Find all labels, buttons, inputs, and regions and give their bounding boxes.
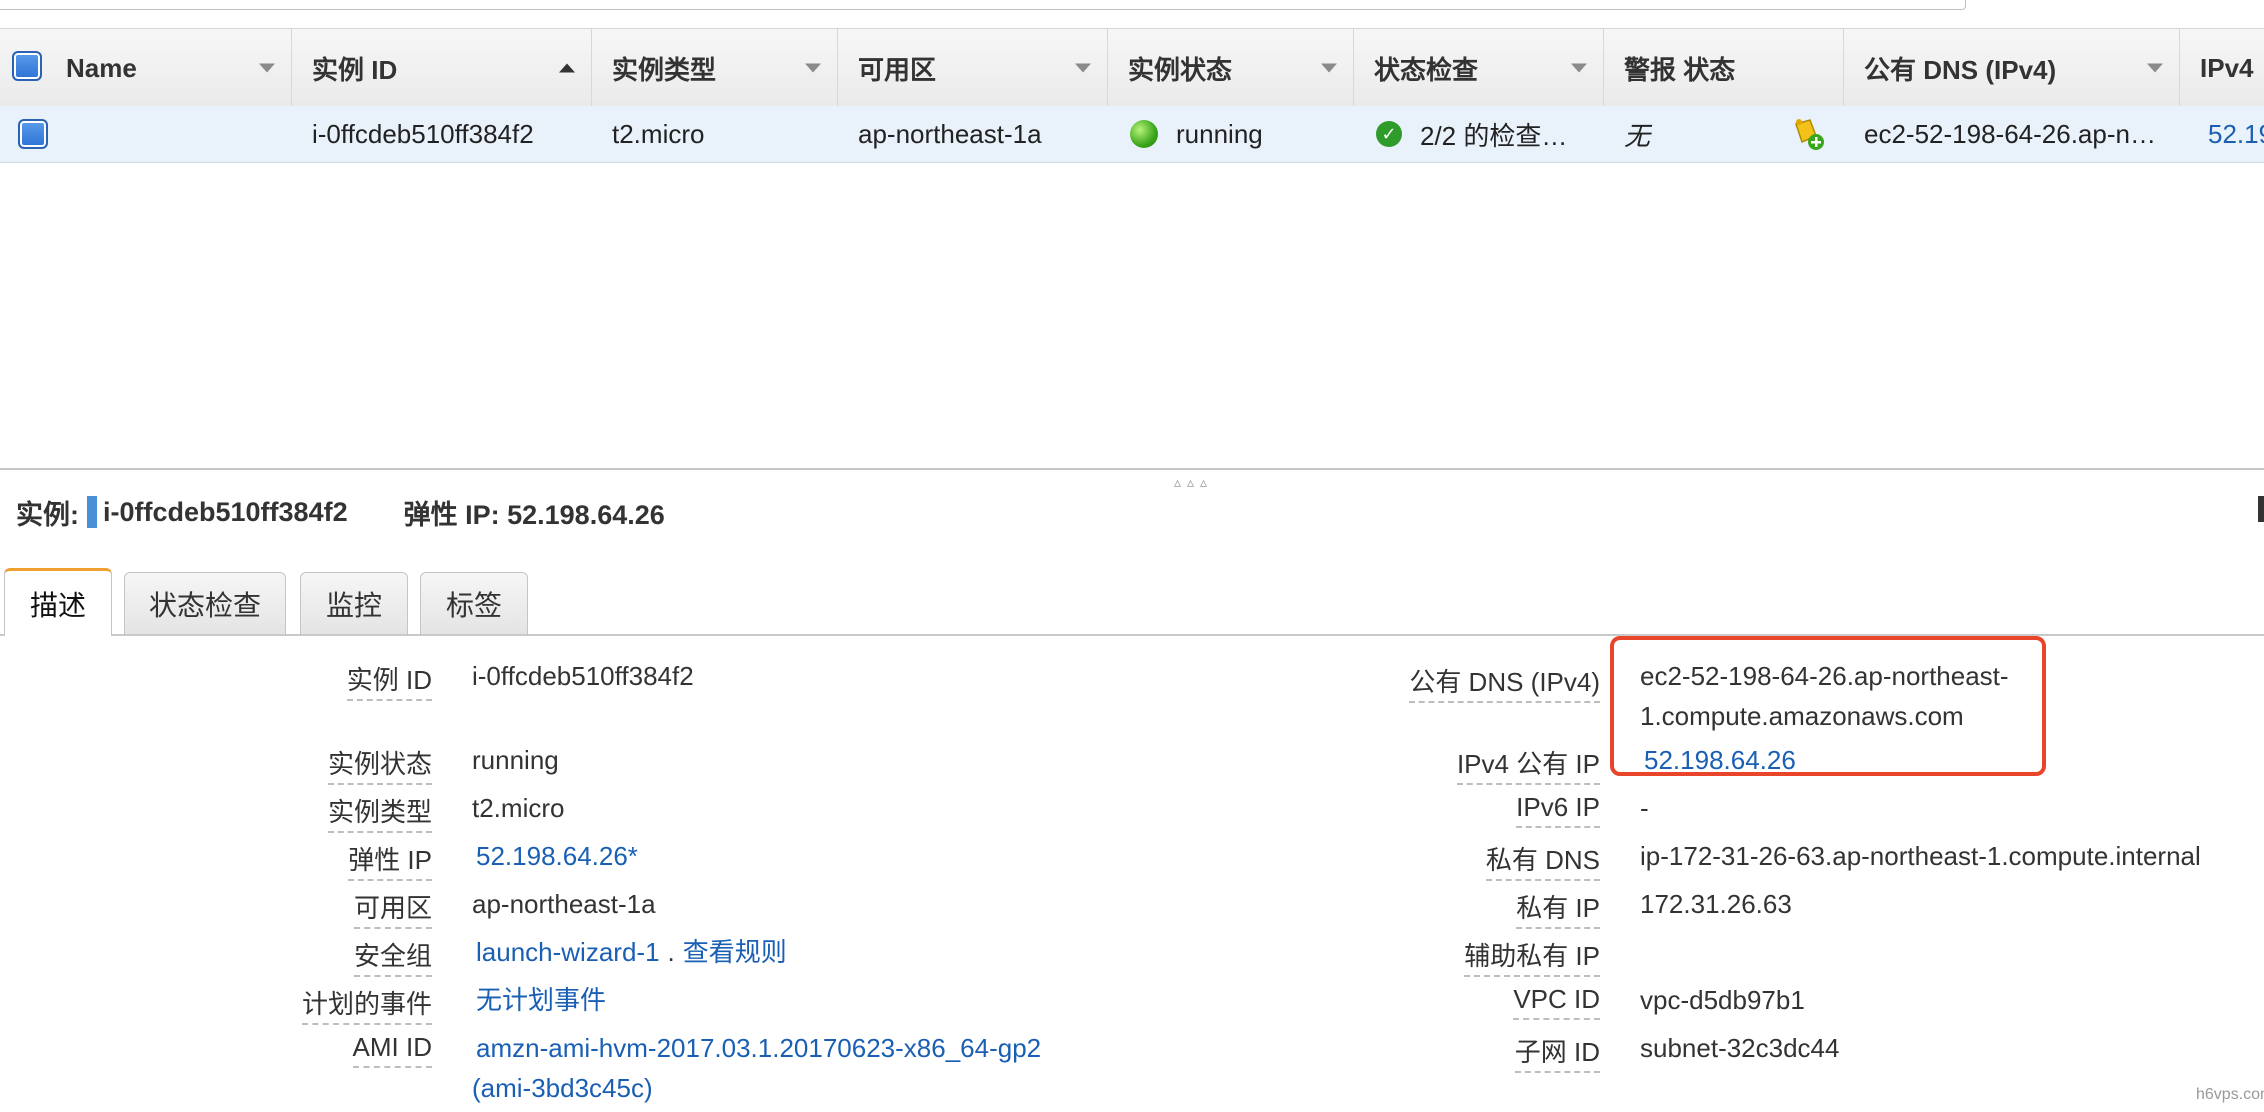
col-instance-type[interactable]: 实例类型 [592,29,838,107]
row-instance-state: running [1130,106,1263,162]
value-instance-state: running [472,745,559,775]
col-public-dns[interactable]: 公有 DNS (IPv4) [1844,29,2180,107]
detail-tabs: 描述 状态检查 监控 标签 [0,566,2264,636]
instances-table-header: Name 实例 ID 实例类型 可用区 实例状态 状态检查 警报 状态 公有 D… [0,28,2264,108]
value-private-ip: 172.31.26.63 [1640,889,1792,919]
instance-color-marker [87,496,97,528]
label-instance-state: 实例状态 [327,744,432,785]
tab-status-checks[interactable]: 状态检查 [124,572,286,634]
row-instance-type: t2.micro [612,118,705,149]
pane-divider[interactable] [0,468,2264,470]
label-ipv6-ip: IPv6 IP [1516,792,1600,828]
label-private-dns: 私有 DNS [1485,840,1600,881]
value-instance-type: t2.micro [472,793,565,823]
sort-icon [1321,63,1337,73]
row-checkbox[interactable] [18,119,48,149]
panel-edge-marker [2258,496,2264,522]
row-az: ap-northeast-1a [858,118,1042,149]
sort-icon [2147,63,2163,73]
value-ami-id[interactable]: amzn-ami-hvm-2017.03.1.20170623-x86_64-g… [476,1028,1041,1068]
tab-tags[interactable]: 标签 [420,572,528,634]
row-public-dns: ec2-52-198-64-26.ap-n… [1864,118,2156,149]
select-all-checkbox[interactable] [12,51,42,81]
value-scheduled-events[interactable]: 无计划事件 [476,980,606,1020]
label-elastic-ip: 弹性 IP [348,840,432,881]
col-alarm-status[interactable]: 警报 状态 [1604,29,1844,107]
label-security-group: 安全组 [353,936,432,977]
filter-bar [0,0,2264,12]
row-instance-id: i-0ffcdeb510ff384f2 [312,118,534,149]
label-instance-id: 实例 ID [346,660,432,701]
tab-description[interactable]: 描述 [4,568,112,636]
label-ipv4-public-ip: IPv4 公有 IP [1456,744,1600,785]
tab-monitoring[interactable]: 监控 [300,572,408,634]
col-instance-id[interactable]: 实例 ID [292,29,592,107]
create-alarm-icon[interactable] [1790,116,1826,152]
sort-asc-icon [559,63,575,73]
sort-icon [805,63,821,73]
check-passed-icon: ✓ [1376,121,1402,147]
value-subnet-id: subnet-32c3dc44 [1640,1033,1840,1063]
label-public-dns: 公有 DNS (IPv4) [1409,662,1600,703]
filter-input[interactable] [0,0,1966,10]
sort-icon [1075,63,1091,73]
running-status-icon [1130,120,1158,148]
col-name[interactable]: Name [46,29,292,107]
value-ipv6-ip: - [1640,793,1649,823]
watermark: h6vps.com [2196,1086,2264,1103]
col-status-check[interactable]: 状态检查 [1354,29,1604,107]
value-ami-id-suffix[interactable]: (ami-3bd3c45c) [472,1068,653,1108]
label-vpc-id: VPC ID [1513,984,1600,1020]
label-private-ip: 私有 IP [1516,888,1600,929]
label-ami-id: AMI ID [352,1032,432,1068]
value-instance-id: i-0ffcdeb510ff384f2 [472,661,694,691]
label-secondary-private-ip: 辅助私有 IP [1464,936,1600,977]
label-subnet-id: 子网 ID [1514,1032,1600,1073]
label-scheduled-events: 计划的事件 [301,984,432,1025]
value-security-group: launch-wizard-1. 查看规则 [476,937,787,967]
row-status-check[interactable]: ✓ 2/2 的检查… [1376,106,1567,162]
value-availability-zone: ap-northeast-1a [472,889,656,919]
col-ipv4[interactable]: IPv4 [2180,29,2264,107]
col-instance-state[interactable]: 实例状态 [1108,29,1354,107]
label-availability-zone: 可用区 [353,888,432,929]
resize-grip-icon[interactable]: ▵▵▵ [1174,474,1213,491]
value-private-dns: ip-172-31-26-63.ap-northeast-1.compute.i… [1640,841,2201,871]
instance-detail-title: 实例: i-0ffcdeb510ff384f2 弹性 IP: 52.198.64… [16,496,665,530]
row-alarm-status: 无 [1624,120,1651,151]
view-rules-link[interactable]: 查看规则 [683,937,787,967]
sort-icon [259,63,275,73]
col-az[interactable]: 可用区 [838,29,1108,107]
table-row[interactable]: i-0ffcdeb510ff384f2 t2.micro ap-northeas… [0,106,2264,163]
security-group-link[interactable]: launch-wizard-1 [476,937,660,967]
highlight-box [1610,636,2046,776]
value-elastic-ip[interactable]: 52.198.64.26* [476,836,638,876]
row-ipv4[interactable]: 52.19 [2208,106,2264,162]
sort-icon [1571,63,1587,73]
value-vpc-id: vpc-d5db97b1 [1640,985,1805,1015]
label-instance-type: 实例类型 [327,792,432,833]
